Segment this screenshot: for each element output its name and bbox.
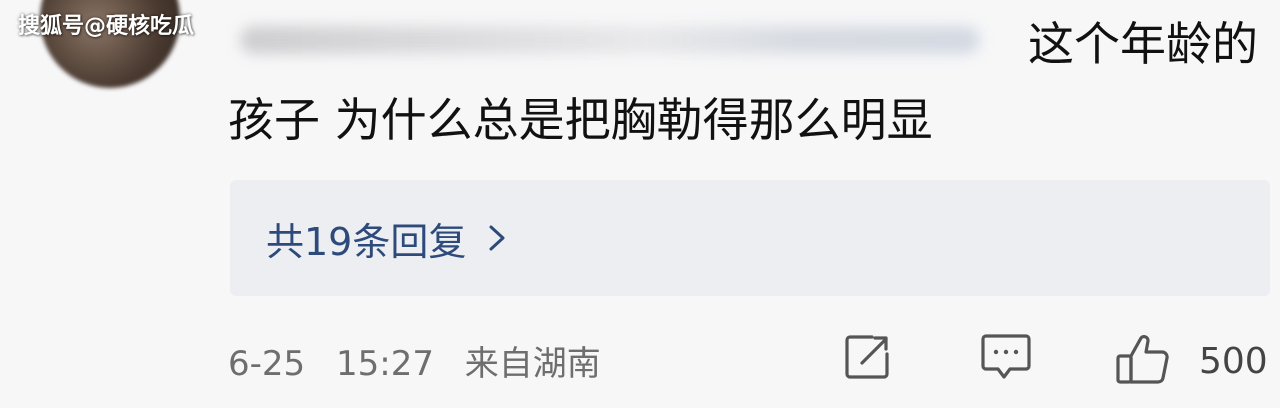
comment-icon (980, 332, 1032, 386)
replies-count-label: 共19条回复 (266, 219, 467, 264)
comment-button[interactable] (980, 332, 1032, 386)
share-icon (842, 332, 892, 386)
like-button[interactable]: 500 (1115, 332, 1268, 390)
comment-text-line1: 这个年龄的 (1028, 17, 1258, 71)
like-count: 500 (1199, 340, 1268, 382)
share-button[interactable] (842, 332, 892, 386)
chevron-right-icon (488, 224, 506, 252)
comment-location: 来自湖南 (464, 344, 601, 384)
like-icon (1115, 332, 1171, 390)
watermark: 搜狐号@硬核吃瓜 (18, 14, 195, 39)
view-replies-link[interactable]: 共19条回复 (266, 214, 506, 264)
reply-panel: 共19条回复 (230, 180, 1270, 296)
comment-time: 15:27 (335, 344, 434, 384)
comment-meta: 6-25 15:27 来自湖南 (228, 336, 601, 385)
comment-text-line2: 孩子 为什么总是把胸勒得那么明显 (228, 93, 933, 147)
comment-date: 6-25 (228, 344, 306, 384)
blurred-username (240, 26, 980, 54)
